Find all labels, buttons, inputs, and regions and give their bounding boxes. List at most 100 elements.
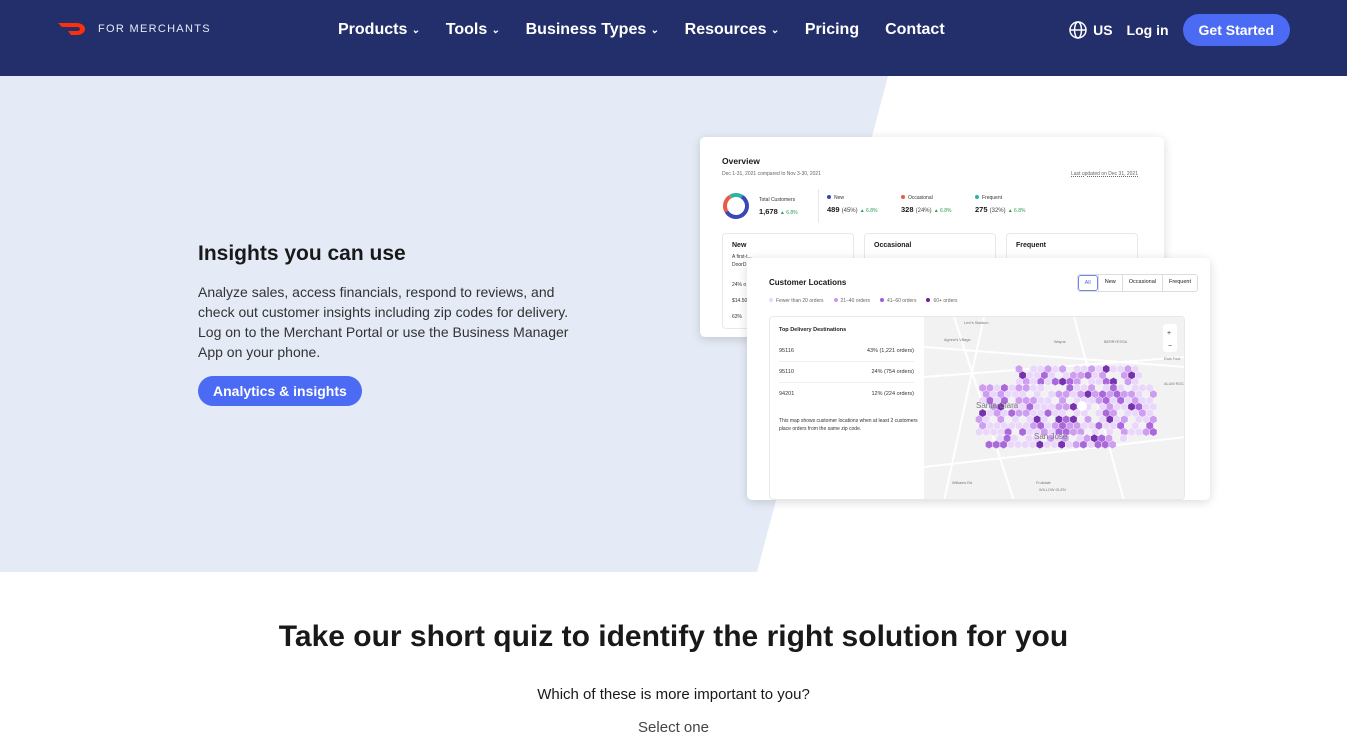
map-label: BERRYESSA bbox=[1104, 340, 1128, 344]
map-hex bbox=[1014, 440, 1022, 450]
map-hex bbox=[985, 440, 993, 450]
map-hex bbox=[1057, 440, 1066, 450]
map-hex bbox=[1044, 377, 1052, 387]
top-nav: FOR MERCHANTS Products ⌄ Tools ⌄ Business … bbox=[0, 0, 1347, 76]
map-hex bbox=[1094, 440, 1102, 450]
map-hex bbox=[1006, 440, 1015, 450]
segment-value: 489 bbox=[827, 205, 840, 214]
customer-heat-map[interactable]: Levi's Stadium Agnew's Village Wayne BERRYE… bbox=[924, 317, 1185, 500]
total-label: Total Customers bbox=[759, 197, 796, 203]
map-hex bbox=[1043, 440, 1052, 450]
card-title: Occasional bbox=[874, 242, 912, 249]
map-hex bbox=[1086, 440, 1095, 450]
legend-item: Fewer than 20 orders bbox=[769, 298, 824, 304]
segment-change: ▲ 6.8% bbox=[859, 208, 878, 214]
legend-item: 60+ orders bbox=[926, 298, 958, 304]
map-hex bbox=[1069, 427, 1078, 437]
top-destinations-title: Top Delivery Destinations bbox=[779, 327, 847, 333]
map-hex bbox=[1109, 364, 1118, 374]
map-hex bbox=[975, 427, 983, 437]
map-label: Agnew's Village bbox=[944, 338, 971, 342]
total-value: 1,678 bbox=[759, 207, 778, 216]
destination-row: 95116 43% (1,221 orders) bbox=[779, 341, 914, 362]
map-hex bbox=[1095, 377, 1103, 387]
legend-label: Fewer than 20 orders bbox=[776, 298, 824, 304]
segment-pct: (24%) bbox=[915, 208, 932, 214]
map-hex bbox=[1142, 427, 1151, 437]
filter-new[interactable]: New bbox=[1097, 275, 1122, 291]
card-line: $14.50 bbox=[732, 298, 748, 304]
zip-share: 24% (754 orders) bbox=[871, 369, 915, 375]
zoom-in-button[interactable]: + bbox=[1167, 330, 1171, 337]
segment-name: Frequent bbox=[982, 195, 1003, 201]
map-hex bbox=[999, 440, 1008, 450]
logo[interactable]: FOR MERCHANTS bbox=[58, 22, 211, 36]
map-label: Williams Rd bbox=[952, 481, 972, 485]
map-hex bbox=[1051, 377, 1060, 387]
map-hex bbox=[1124, 377, 1132, 387]
hero-section: Insights you can use Analyze sales, acce… bbox=[0, 76, 1347, 572]
zoom-out-button[interactable]: − bbox=[1168, 343, 1172, 350]
hero-description: Analyze sales, access financials, respon… bbox=[198, 284, 569, 360]
legend-label: 21–40 orders bbox=[840, 298, 870, 304]
segment-frequent: Frequent 275 (32%) ▲ 6.8% bbox=[975, 195, 1025, 214]
total-change: ▲ 6.8% bbox=[779, 210, 798, 216]
zip-share: 43% (1,221 orders) bbox=[866, 348, 914, 354]
map-hex bbox=[1065, 440, 1073, 450]
map-hex bbox=[1021, 440, 1030, 450]
legend-label: 41–60 orders bbox=[887, 298, 917, 304]
map-hex bbox=[1134, 427, 1143, 437]
get-started-button[interactable]: Get Started bbox=[1182, 14, 1290, 46]
filter-occasional[interactable]: Occasional bbox=[1121, 275, 1162, 291]
region-selector[interactable]: US bbox=[1069, 21, 1113, 39]
customer-locations-card: Customer Locations All New Occasional Fr… bbox=[747, 258, 1210, 500]
chevron-down-icon: ⌄ bbox=[411, 24, 420, 36]
chevron-down-icon: ⌄ bbox=[491, 24, 500, 36]
segment-change: ▲ 6.8% bbox=[933, 208, 952, 214]
map-label: Wayne bbox=[1054, 340, 1066, 344]
store-pin-icon bbox=[1077, 401, 1087, 411]
quiz-title: Take our short quiz to identify the righ… bbox=[278, 620, 1069, 653]
nav-products[interactable]: Products ⌄ bbox=[338, 21, 420, 39]
map-hex bbox=[982, 427, 991, 437]
filter-frequent[interactable]: Frequent bbox=[1161, 275, 1197, 291]
locations-title: Customer Locations bbox=[769, 278, 847, 287]
overview-title: Overview bbox=[722, 156, 760, 166]
map-hex bbox=[1018, 427, 1027, 437]
map-hex bbox=[1108, 440, 1117, 450]
map-note: This map shows customer locations when a… bbox=[779, 418, 918, 432]
legend-item: 41–60 orders bbox=[880, 298, 916, 304]
card-line: 24% o bbox=[732, 282, 747, 288]
nav-resources[interactable]: Resources ⌄ bbox=[685, 21, 779, 39]
destination-row: 95110 24% (754 orders) bbox=[779, 362, 914, 383]
legend-item: 21–40 orders bbox=[833, 298, 870, 304]
segment-pct: (32%) bbox=[989, 208, 1006, 214]
map-hex bbox=[1119, 433, 1128, 443]
globe-icon bbox=[1069, 21, 1087, 39]
segment-value: 328 bbox=[901, 205, 914, 214]
filter-all[interactable]: All bbox=[1077, 275, 1098, 291]
nav-contact[interactable]: Contact bbox=[885, 21, 945, 39]
map-label: East Foot bbox=[1164, 357, 1181, 361]
segment-pct: (45%) bbox=[841, 208, 858, 214]
map-hex bbox=[1028, 440, 1037, 450]
segment-name: Occasional bbox=[908, 195, 933, 201]
analytics-insights-button[interactable]: Analytics & insights bbox=[198, 376, 362, 406]
map-label: San Jose bbox=[1034, 432, 1068, 441]
login-link[interactable]: Log in bbox=[1127, 22, 1169, 38]
region-label: US bbox=[1093, 22, 1113, 38]
nav-tools[interactable]: Tools ⌄ bbox=[446, 21, 500, 39]
map-label: ALUM ROCK bbox=[1164, 382, 1185, 386]
nav-pricing[interactable]: Pricing bbox=[805, 21, 859, 39]
map-label: WILLOW GLEN bbox=[1039, 488, 1066, 492]
chevron-down-icon: ⌄ bbox=[770, 24, 779, 36]
segment-value: 275 bbox=[975, 205, 988, 214]
map-hex bbox=[989, 427, 998, 437]
map-hex bbox=[1050, 440, 1059, 450]
map-hex bbox=[1079, 440, 1088, 450]
brand-label: FOR MERCHANTS bbox=[98, 23, 211, 35]
map-hex bbox=[1058, 377, 1067, 387]
nav-business-types[interactable]: Business Types ⌄ bbox=[526, 21, 659, 39]
segment-change: ▲ 6.8% bbox=[1007, 208, 1026, 214]
customer-filter[interactable]: All New Occasional Frequent bbox=[1076, 274, 1198, 292]
